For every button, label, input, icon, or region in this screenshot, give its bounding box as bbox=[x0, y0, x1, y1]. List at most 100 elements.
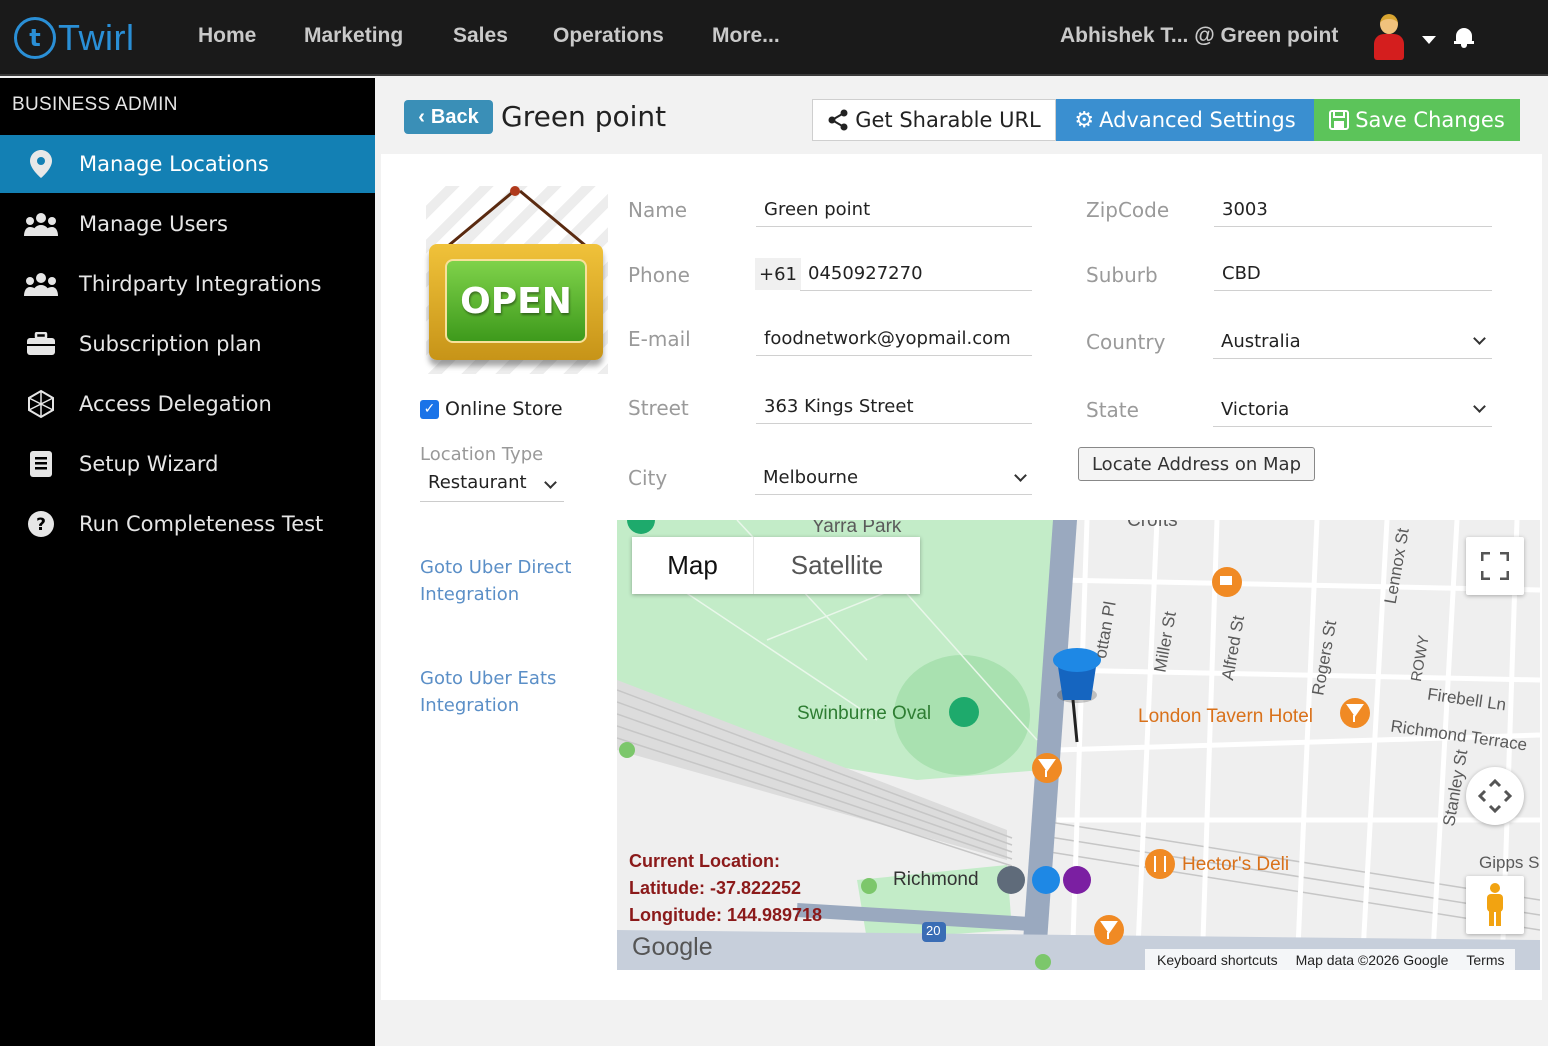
save-icon bbox=[1329, 110, 1350, 130]
location-type-label: Location Type bbox=[420, 444, 544, 465]
advanced-settings-button[interactable]: ⚙ Advanced Settings bbox=[1056, 99, 1314, 141]
open-sign-text: OPEN bbox=[445, 259, 587, 343]
sidebar-item-label: Access Delegation bbox=[79, 392, 272, 416]
logo-mark-icon: t bbox=[14, 17, 56, 59]
street-view-pegman[interactable] bbox=[1466, 876, 1524, 934]
online-store-checkbox[interactable]: ✓ Online Store bbox=[420, 398, 563, 420]
save-label: Save Changes bbox=[1355, 108, 1505, 132]
save-changes-button[interactable]: Save Changes bbox=[1314, 99, 1520, 141]
sidebar-item-label: Manage Users bbox=[79, 212, 228, 236]
location-type-select[interactable]: Restaurant bbox=[420, 472, 564, 502]
map-type-tabs: Map Satellite bbox=[632, 537, 920, 594]
pegman-icon bbox=[1482, 882, 1508, 932]
location-image[interactable]: OPEN bbox=[426, 186, 608, 374]
online-store-label: Online Store bbox=[445, 398, 563, 420]
svg-text:?: ? bbox=[36, 515, 46, 535]
map-label-richmond: Richmond bbox=[893, 869, 979, 890]
keyboard-shortcuts-link[interactable]: Keyboard shortcuts bbox=[1157, 952, 1278, 968]
map-label-swinburne-oval: Swinburne Oval bbox=[797, 703, 932, 724]
sidebar-item-thirdparty-integrations[interactable]: Thirdparty Integrations bbox=[0, 255, 375, 313]
street-label: Street bbox=[628, 396, 689, 420]
get-sharable-url-button[interactable]: Get Sharable URL bbox=[812, 99, 1056, 141]
sidebar-item-run-completeness-test[interactable]: ? Run Completeness Test bbox=[0, 495, 375, 553]
checkbox-checked-icon[interactable]: ✓ bbox=[420, 399, 439, 419]
caret-down-icon[interactable] bbox=[1422, 36, 1436, 44]
share-label: Get Sharable URL bbox=[855, 108, 1041, 132]
nav-more[interactable]: More... bbox=[712, 24, 780, 48]
map-footer: Keyboard shortcuts Map data ©2026 Google… bbox=[1145, 949, 1515, 970]
map-tab-satellite[interactable]: Satellite bbox=[754, 537, 920, 594]
current-location-title: Current Location: bbox=[629, 851, 780, 871]
users-icon bbox=[24, 267, 58, 301]
map-pan-control[interactable] bbox=[1466, 767, 1524, 825]
city-label: City bbox=[628, 466, 668, 490]
nav-operations[interactable]: Operations bbox=[553, 24, 664, 48]
zipcode-label: ZipCode bbox=[1086, 198, 1170, 222]
city-value: Melbourne bbox=[763, 467, 859, 488]
network-icon bbox=[24, 387, 58, 421]
sidebar-item-access-delegation[interactable]: Access Delegation bbox=[0, 375, 375, 433]
sidebar-item-subscription-plan[interactable]: Subscription plan bbox=[0, 315, 375, 373]
map-label-hectors-deli: Hector's Deli bbox=[1182, 854, 1290, 875]
avatar[interactable] bbox=[1370, 12, 1408, 62]
state-value: Victoria bbox=[1221, 399, 1290, 420]
advanced-label: Advanced Settings bbox=[1099, 108, 1296, 132]
map-label-crofts: Crofts bbox=[1127, 520, 1178, 531]
state-select[interactable]: Victoria bbox=[1213, 393, 1492, 427]
email-label: E-mail bbox=[628, 327, 691, 351]
page-title: Green point bbox=[501, 100, 667, 133]
chevron-down-icon bbox=[1473, 400, 1486, 413]
sidebar-item-manage-users[interactable]: Manage Users bbox=[0, 195, 375, 253]
uber-direct-link[interactable]: Goto Uber Direct Integration bbox=[420, 554, 580, 608]
country-select[interactable]: Australia bbox=[1213, 325, 1492, 359]
name-label: Name bbox=[628, 198, 688, 222]
locate-address-button[interactable]: Locate Address on Map bbox=[1078, 447, 1315, 481]
question-icon: ? bbox=[24, 507, 58, 541]
map-label-london-tavern: London Tavern Hotel bbox=[1138, 706, 1313, 727]
email-input[interactable]: foodnetwork@yopmail.com bbox=[756, 322, 1032, 356]
sidebar-item-manage-locations[interactable]: Manage Locations bbox=[0, 135, 375, 193]
name-input[interactable]: Green point bbox=[756, 193, 1032, 227]
twirl-logo[interactable]: t Twirl bbox=[14, 14, 135, 62]
fullscreen-button[interactable] bbox=[1466, 537, 1524, 595]
sidebar-item-setup-wizard[interactable]: Setup Wizard bbox=[0, 435, 375, 493]
sidebar: BUSINESS ADMIN Manage Locations Manage U… bbox=[0, 78, 375, 1046]
location-type-value: Restaurant bbox=[428, 472, 527, 493]
map-label-road-20: 20 bbox=[926, 923, 941, 938]
nav-sales[interactable]: Sales bbox=[453, 24, 508, 48]
phone-input[interactable]: 0450927270 bbox=[800, 257, 1032, 291]
logo-text: Twirl bbox=[58, 17, 135, 58]
back-label: Back bbox=[430, 105, 479, 128]
map-tab-map[interactable]: Map bbox=[632, 537, 754, 594]
state-label: State bbox=[1086, 398, 1139, 422]
current-location-longitude: Longitude: 144.989718 bbox=[629, 905, 823, 925]
google-logo: Google bbox=[632, 933, 713, 961]
phone-prefix: +61 bbox=[755, 258, 801, 290]
nav-marketing[interactable]: Marketing bbox=[304, 24, 403, 48]
terms-link[interactable]: Terms bbox=[1466, 952, 1504, 968]
bell-icon[interactable] bbox=[1454, 26, 1474, 48]
suburb-input[interactable]: CBD bbox=[1214, 257, 1492, 291]
phone-label: Phone bbox=[628, 263, 690, 287]
gear-icon: ⚙ bbox=[1074, 107, 1095, 133]
pan-arrows-icon bbox=[1477, 778, 1513, 817]
briefcase-icon bbox=[24, 327, 58, 361]
user-location-label[interactable]: Abhishek T... @ Green point bbox=[1060, 24, 1338, 48]
sidebar-item-label: Manage Locations bbox=[79, 152, 269, 176]
country-label: Country bbox=[1086, 330, 1166, 354]
uber-eats-link[interactable]: Goto Uber Eats Integration bbox=[420, 665, 580, 719]
map-label-yarra-park: Yarra Park bbox=[812, 520, 902, 537]
sidebar-item-label: Run Completeness Test bbox=[79, 512, 324, 536]
users-icon bbox=[24, 207, 58, 241]
nav-home[interactable]: Home bbox=[198, 24, 256, 48]
zipcode-input[interactable]: 3003 bbox=[1214, 193, 1492, 227]
country-value: Australia bbox=[1221, 331, 1301, 352]
sidebar-item-label: Subscription plan bbox=[79, 332, 262, 356]
fullscreen-icon bbox=[1480, 551, 1510, 584]
share-icon bbox=[827, 109, 849, 131]
street-input[interactable]: 363 Kings Street bbox=[756, 390, 1032, 424]
sidebar-item-label: Setup Wizard bbox=[79, 452, 219, 476]
top-navbar: t Twirl Home Marketing Sales Operations … bbox=[0, 0, 1548, 76]
city-select[interactable]: Melbourne bbox=[755, 461, 1032, 495]
back-button[interactable]: ‹ Back bbox=[404, 100, 493, 134]
